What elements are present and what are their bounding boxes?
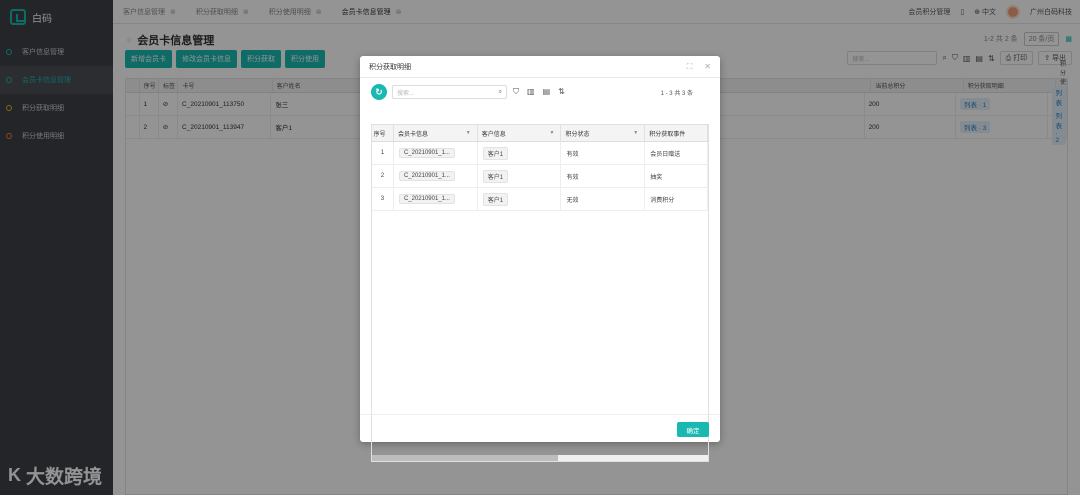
sort-icon[interactable]: ⇅ [558,87,565,97]
column-label: 积分状态 [565,131,590,138]
card-cell: C_20210901_1... [394,142,478,164]
filter-icon[interactable]: ⛉ [513,87,519,97]
status-cell: 有效 [561,165,646,187]
dialog-search-input[interactable]: 搜索... ⌕ [392,85,507,99]
status-cell: 有效 [561,142,646,164]
chart-icon[interactable]: ▥ [527,87,535,97]
event-cell: 抽奖 [645,165,708,187]
search-placeholder: 搜索... [397,90,415,97]
points-gain-dialog: 积分获取明细 ⛶ ✕ ↻ 搜索... ⌕ ⛉ ▥ ▤ ⇅ 1 - 3 共 3 条… [360,56,720,462]
table-row[interactable]: 1 C_20210901_1... 客户1 有效 会员日赠送 [372,142,708,165]
scrollbar-thumb[interactable] [372,455,558,461]
table-row[interactable]: 2 C_20210901_1... 客户1 有效 抽奖 [372,165,708,188]
group-icon[interactable]: ▤ [543,87,551,97]
horizontal-scrollbar[interactable] [372,455,708,461]
card-tag[interactable]: C_20210901_1... [398,171,455,181]
dialog-table-header: 序号 会员卡信息 ▼ 客户信息 ▼ 积分状态 ▼ 积分获取事件 [372,125,709,142]
row-number: 3 [372,188,394,210]
confirm-button[interactable]: 确定 [677,422,709,437]
customer-tag[interactable]: 客户1 [482,146,509,160]
card-cell: C_20210901_1... [394,165,478,187]
row-number: 2 [372,165,394,187]
dialog-record-count: 1 - 3 共 3 条 [660,90,693,97]
maximize-icon[interactable]: ⛶ [687,62,693,72]
customer-tag[interactable]: 客户1 [482,169,509,183]
column-header[interactable]: 积分获取事件 [645,125,709,141]
dropdown-icon[interactable]: ▼ [466,130,471,136]
column-label: 序号 [373,131,386,138]
column-header[interactable]: 序号 [372,125,394,141]
dropdown-icon[interactable]: ▼ [633,130,638,136]
customer-cell: 客户1 [478,188,562,210]
dropdown-icon[interactable]: ▼ [550,130,555,136]
refresh-icon[interactable]: ↻ [371,84,387,100]
event-cell: 会员日赠送 [645,142,708,164]
card-tag[interactable]: C_20210901_1... [398,148,455,158]
event-cell: 消费积分 [645,188,708,210]
dialog-title: 积分获取明细 [369,63,411,71]
column-label: 积分获取事件 [649,131,686,138]
column-header[interactable]: 会员卡信息 ▼ [394,125,478,141]
dialog-toolbar: ↻ 搜索... ⌕ ⛉ ▥ ▤ ⇅ 1 - 3 共 3 条 [371,84,709,100]
search-icon[interactable]: ⌕ [499,89,502,96]
dialog-header: 积分获取明细 ⛶ ✕ [360,56,720,78]
customer-cell: 客户1 [478,142,562,164]
column-label: 会员卡信息 [397,131,428,138]
dialog-table: 序号 会员卡信息 ▼ 客户信息 ▼ 积分状态 ▼ 积分获取事件 1 C_2021090… [371,124,709,462]
status-cell: 无效 [561,188,646,210]
dialog-footer: 确定 [360,414,720,442]
table-row[interactable]: 3 C_20210901_1... 客户1 无效 消费积分 [372,188,708,211]
column-header[interactable]: 积分状态 ▼ [561,125,646,141]
column-label: 客户信息 [481,131,506,138]
card-tag[interactable]: C_20210901_1... [398,194,455,204]
customer-cell: 客户1 [478,165,562,187]
row-number: 1 [372,142,394,164]
close-icon[interactable]: ✕ [704,62,711,72]
column-header[interactable]: 客户信息 ▼ [478,125,562,141]
card-cell: C_20210901_1... [394,188,478,210]
customer-tag[interactable]: 客户1 [482,192,509,206]
